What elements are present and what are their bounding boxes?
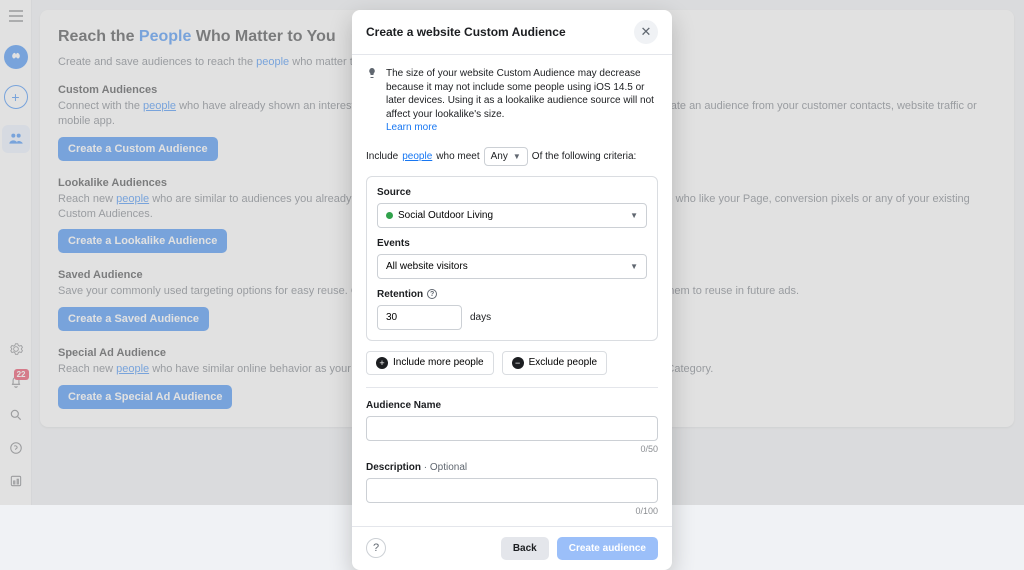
modal-learn-more[interactable]: Learn more <box>386 122 437 133</box>
divider <box>366 387 658 388</box>
lightbulb-icon <box>366 67 378 135</box>
name-char-count: 0/50 <box>366 444 658 454</box>
info-text: The size of your website Custom Audience… <box>386 68 654 120</box>
chevron-down-icon: ▼ <box>513 152 521 161</box>
audience-name-input[interactable] <box>366 416 658 441</box>
include-more-button[interactable]: +Include more people <box>366 351 494 375</box>
rule-card: Source Social Outdoor Living ▼ Events Al… <box>366 176 658 341</box>
retention-label: Retention? <box>377 289 647 300</box>
exclude-button[interactable]: −Exclude people <box>502 351 607 375</box>
create-audience-modal: Create a website Custom Audience ✕ The s… <box>352 10 672 570</box>
events-select[interactable]: All website visitors ▼ <box>377 254 647 279</box>
modal-title: Create a website Custom Audience <box>366 25 566 39</box>
events-label: Events <box>377 238 647 249</box>
chevron-down-icon: ▼ <box>630 262 638 271</box>
active-dot-icon <box>386 212 393 219</box>
plus-circle-icon: + <box>376 357 388 369</box>
footer-help-icon[interactable]: ? <box>366 538 386 558</box>
audience-desc-input[interactable] <box>366 478 658 503</box>
desc-char-count: 0/100 <box>366 506 658 516</box>
source-label: Source <box>377 187 647 198</box>
back-button[interactable]: Back <box>501 537 549 560</box>
create-audience-button[interactable]: Create audience <box>557 537 658 560</box>
minus-circle-icon: − <box>512 357 524 369</box>
close-icon[interactable]: ✕ <box>634 20 658 44</box>
chevron-down-icon: ▼ <box>630 211 638 220</box>
source-select[interactable]: Social Outdoor Living ▼ <box>377 203 647 228</box>
days-label: days <box>470 312 491 323</box>
retention-input[interactable] <box>377 305 462 330</box>
name-label: Audience Name <box>366 400 658 411</box>
question-icon[interactable]: ? <box>427 289 437 299</box>
desc-label: Description · Optional <box>366 462 658 473</box>
include-people-link[interactable]: people <box>402 151 432 162</box>
any-select[interactable]: Any▼ <box>484 147 528 166</box>
